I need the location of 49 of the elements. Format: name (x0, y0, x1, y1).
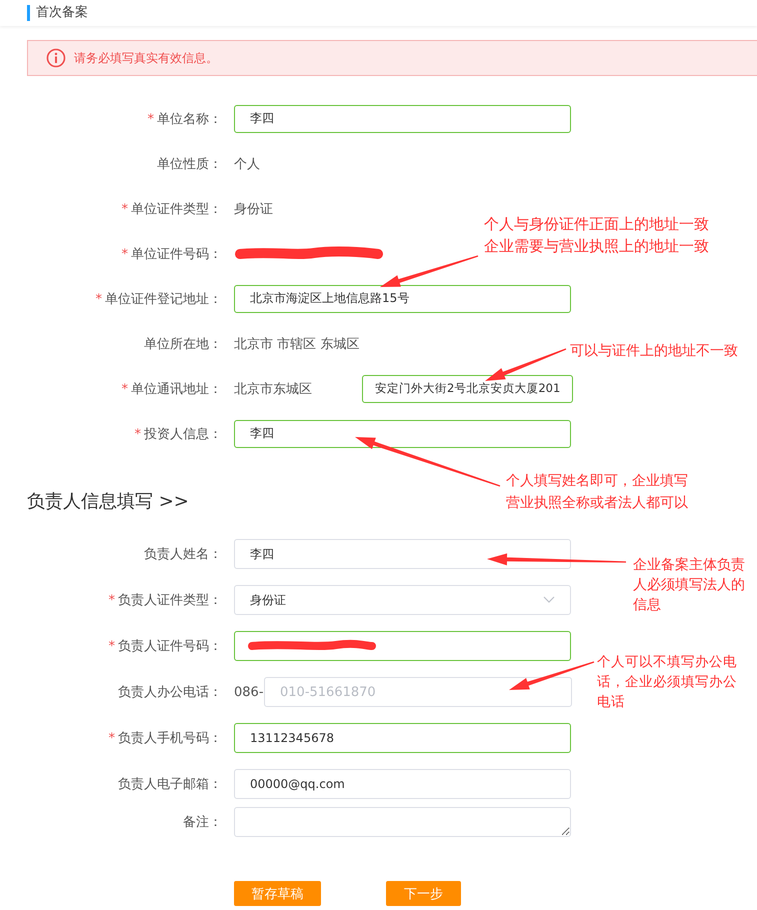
field-value: 身份证 (234, 200, 273, 218)
field-value: 北京市东城区 (234, 380, 313, 398)
required-mark: * (134, 426, 141, 442)
select-field[interactable]: 身份证 (234, 585, 571, 615)
alert-text: 请务必填写真实有效信息。 (74, 50, 218, 66)
section-title: 负责人信息填写 >> (27, 490, 189, 514)
input-field[interactable]: 李四 (234, 539, 571, 569)
input-field[interactable]: 李四 (234, 420, 571, 448)
annotation-text: 个人填写姓名即可，企业填写 营业执照全称或者法人都可以 (506, 472, 688, 513)
field-label: 负责人姓名： (144, 547, 222, 562)
field-label: 单位证件号码： (131, 246, 222, 262)
input-field[interactable]: 13112345678 (234, 723, 571, 753)
field-label: 单位名称： (157, 112, 222, 126)
input-field[interactable]: 00000@qq.com (234, 769, 571, 799)
field-label: 负责人证件类型： (118, 593, 222, 608)
required-mark: * (122, 202, 128, 216)
chevron-down-icon (543, 596, 555, 604)
input-field[interactable] (234, 631, 571, 661)
annotation-text: 企业备案主体负责 人必须填写法人的 信息 (633, 556, 745, 615)
field-label: 负责人办公电话： (118, 685, 222, 700)
field-value: 个人 (234, 156, 260, 172)
annotation-text: 个人与身份证件正面上的地址一致 企业需要与营业执照上的地址一致 (484, 214, 709, 257)
field-label: 单位证件登记地址： (105, 292, 222, 306)
field-label: 负责人证件号码： (118, 639, 222, 654)
field-label: 备注： (183, 815, 222, 830)
required-mark: * (122, 382, 128, 396)
input-field[interactable]: 安定门外大街2号北京安贞大厦201 (362, 374, 573, 402)
field-label: 投资人信息： (144, 426, 222, 442)
field-label: 负责人手机号码： (118, 731, 222, 746)
required-mark: * (96, 292, 102, 306)
required-mark: * (108, 639, 115, 654)
required-mark: * (148, 112, 154, 126)
required-mark: * (108, 731, 115, 746)
field-label: 单位性质： (157, 156, 222, 172)
field-value: 北京市 市辖区 东城区 (234, 336, 360, 352)
field-label: 单位证件类型： (131, 202, 222, 216)
field-label: 单位所在地： (144, 336, 222, 352)
required-mark: * (108, 593, 115, 608)
field-label: 单位通讯地址： (131, 382, 222, 396)
annotation-text: 个人可以不填写办公电 话，企业必须填写办公 电话 (597, 653, 737, 712)
input-field[interactable]: 北京市海淀区上地信息路15号 (234, 284, 571, 312)
notes-field[interactable] (234, 807, 571, 837)
field-label: 负责人电子邮箱： (118, 777, 222, 792)
annotation-text: 可以与证件上的地址不一致 (570, 342, 738, 361)
phone-prefix: 086- (234, 684, 264, 700)
required-mark: * (122, 246, 128, 262)
input-field[interactable]: 李四 (234, 104, 571, 132)
info-icon (46, 48, 66, 68)
page-title: 首次备案 (27, 5, 88, 21)
